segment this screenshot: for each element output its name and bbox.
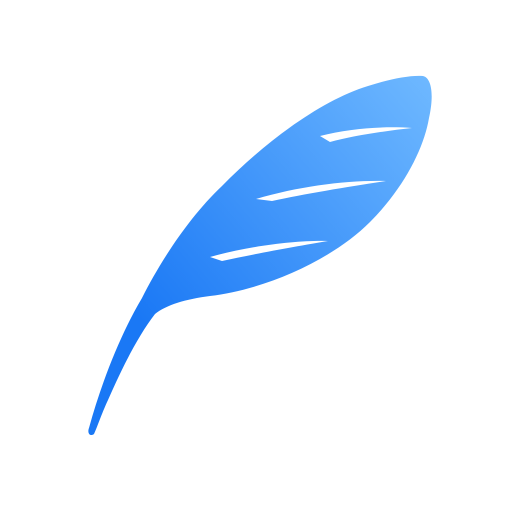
app-icon-canvas [0, 0, 512, 512]
feather-icon [88, 75, 432, 436]
